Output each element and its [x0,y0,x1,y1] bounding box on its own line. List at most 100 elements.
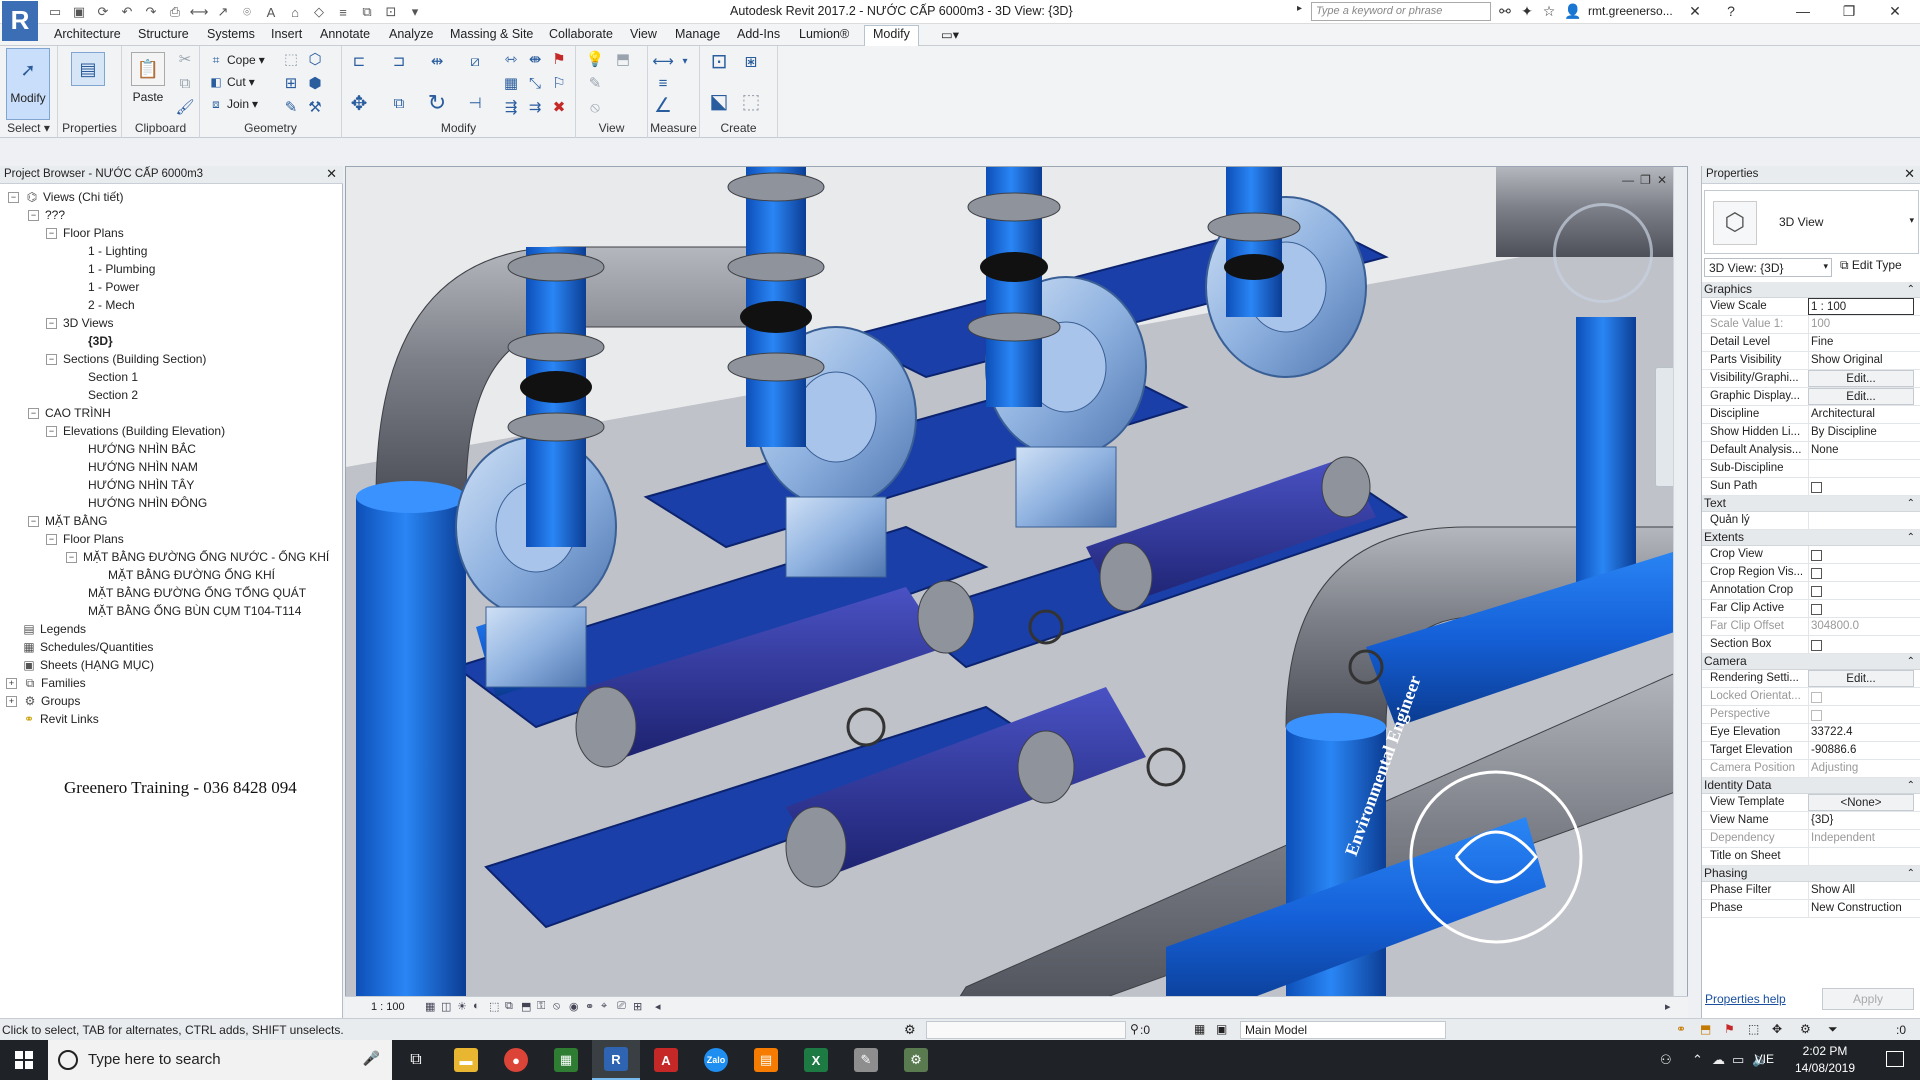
tab-annotate[interactable]: Annotate [320,27,370,41]
beam-join-icon[interactable]: ⊞ [280,72,302,94]
tree-item-section-2[interactable]: Section 2 [88,386,138,404]
scroll-right-icon[interactable]: ▸ [1665,1000,1679,1014]
dimension-icon[interactable]: ↗ [214,3,232,21]
tab-structure[interactable]: Structure [138,27,189,41]
collapse-icon[interactable]: − [28,515,39,527]
section-identity-data[interactable]: Identity Data ⌃ [1702,778,1920,794]
reveal-constraints-icon[interactable]: ⊞ [633,1000,647,1014]
sun-path-checkbox[interactable] [1811,482,1822,493]
prop-view-name[interactable]: View Name {3D} [1702,812,1920,830]
rotate-icon[interactable]: ↻ [426,90,448,115]
help-search-input[interactable]: Type a keyword or phrase [1311,2,1491,21]
highlight-displacement-icon[interactable]: ⎚ [617,1000,631,1014]
prop-value[interactable] [1808,512,1914,529]
unpin-icon[interactable]: ⚐ [548,72,570,94]
minimize-icon[interactable]: — [1780,0,1826,24]
tree-item-elev-west[interactable]: HƯỚNG NHÌN TÂY [88,476,194,494]
prop-crop-region[interactable]: Crop Region Vis... [1702,564,1920,582]
prop-show-hidden[interactable]: Show Hidden Li... By Discipline [1702,424,1920,442]
mirror-draw-icon[interactable]: ⧄ [464,50,486,72]
prop-crop-view[interactable]: Crop View [1702,546,1920,564]
panel-select-label[interactable]: Select ▾ [0,121,57,135]
search-expand-icon[interactable]: ▸ [1297,3,1309,21]
selection-filter-icon[interactable]: ⚲ [1130,1022,1139,1036]
prop-value[interactable]: Show Original [1808,352,1914,369]
prop-value[interactable]: None [1808,442,1914,459]
tree-item-mech[interactable]: 2 - Mech [88,296,135,314]
prop-phase-filter[interactable]: Phase Filter Show All [1702,882,1920,900]
join-button[interactable]: ⧈ Join ▾ [208,94,258,114]
lock-3d-icon[interactable]: ⚿ [537,1000,551,1014]
tree-item-elev-north[interactable]: HƯỚNG NHÌN BẮC [88,440,196,458]
create-group-icon[interactable]: ⬕ [708,90,730,113]
taskbar-search-box[interactable]: Type here to search 🎤 [48,1040,392,1080]
select-by-face-icon[interactable]: ⬚ [1748,1022,1759,1036]
far-clip-checkbox[interactable] [1811,604,1822,615]
override-graphics-icon[interactable]: ⬒ [612,48,634,70]
create-assembly-icon[interactable]: ⊡ [708,50,730,73]
help-icon[interactable]: ? [1722,3,1740,21]
user-icon[interactable]: 👤 [1564,3,1582,21]
shadows-icon[interactable]: ◐ [473,1000,487,1014]
collapse-icon[interactable]: − [46,353,57,365]
prop-phase[interactable]: Phase New Construction [1702,900,1920,918]
cut-button[interactable]: ◧ Cut ▾ [208,72,254,92]
align-icon[interactable]: ⊏ [348,50,370,72]
prop-target-elevation[interactable]: Target Elevation -90886.6 [1702,742,1920,760]
visual-style-icon[interactable]: ◫ [441,1000,455,1014]
delete-icon[interactable]: ✖ [548,96,570,118]
close-icon[interactable]: ✕ [326,166,337,182]
select-pinned-icon[interactable]: ⚑ [1724,1022,1735,1036]
collapse-icon[interactable]: − [28,209,39,221]
clock-time[interactable]: 2:02 PM [1790,1044,1860,1058]
properties-help-link[interactable]: Properties help [1705,992,1786,1006]
tab-architecture[interactable]: Architecture [54,27,121,41]
graphic-display-edit-button[interactable]: Edit... [1808,388,1914,405]
tree-families[interactable]: + ⧉ Families [6,674,86,692]
view-scale-input[interactable]: 1 : 100 [1808,298,1914,315]
tag-icon[interactable]: ⌾ [238,3,256,21]
cope-button[interactable]: ⌗ Cope ▾ [208,50,265,70]
prop-value[interactable]: {3D} [1808,812,1914,829]
reveal-hidden-icon[interactable]: ◉ [569,1000,583,1014]
chevron-down-icon[interactable]: ▾ [1909,215,1914,226]
binoculars-icon[interactable]: ⚯ [1496,3,1514,21]
expand-icon[interactable]: + [6,677,17,689]
create-similar-icon[interactable]: ⬚ [740,90,762,113]
annotation-crop-checkbox[interactable] [1811,586,1822,597]
edit-type-button[interactable]: ⧉ Edit Type [1840,258,1902,273]
tree-item-plan-water-air[interactable]: − MẶT BẰNG ĐƯỜNG ỐNG NƯỚC - ỐNG KHÍ [66,548,329,566]
prop-view-template[interactable]: View Template <None> [1702,794,1920,812]
workset-dropdown[interactable] [926,1021,1126,1039]
section-camera[interactable]: Camera ⌃ [1702,654,1920,670]
detail-level-icon[interactable]: ▦ [425,1000,439,1014]
prop-section-box[interactable]: Section Box [1702,636,1920,654]
settings-app[interactable]: ⚙ [892,1040,940,1080]
instance-selector[interactable]: 3D View: {3D} ▾ [1704,258,1832,277]
prop-annotation-crop[interactable]: Annotation Crop [1702,582,1920,600]
prop-value[interactable]: Architectural [1808,406,1914,423]
prop-value[interactable]: Show All [1808,882,1914,899]
angle-icon[interactable]: ∠ [652,94,674,117]
tree-item-plumbing[interactable]: 1 - Plumbing [88,260,155,278]
properties-button[interactable]: ▤ [66,48,110,120]
tree-item-plan-general[interactable]: MẶT BẰNG ĐƯỜNG ỐNG TỔNG QUÁT [88,584,306,602]
worksharing-display-icon[interactable]: ⚭ [585,1000,599,1014]
collapse-icon[interactable]: − [46,533,57,545]
subscription-icon[interactable]: ✦ [1518,3,1536,21]
tree-cao-trinh[interactable]: − CAO TRÌNH [28,404,111,422]
prop-default-analysis[interactable]: Default Analysis... None [1702,442,1920,460]
revit-app[interactable]: R [592,1040,640,1080]
file-explorer-app[interactable]: ▬ [442,1040,490,1080]
tree-item-3d[interactable]: {3D} [88,332,113,350]
3d-viewport[interactable]: Environmental Engineer — ❐ ✕ [345,166,1688,1018]
trim-extend-icon[interactable]: ⊣ [464,92,486,114]
close-icon[interactable]: ✕ [1657,173,1667,187]
tab-analyze[interactable]: Analyze [389,27,433,41]
switch-windows-icon[interactable]: ⊡ [382,3,400,21]
collapse-icon[interactable]: − [46,425,57,437]
prop-value[interactable] [1808,460,1914,477]
thin-lines-icon[interactable]: ≡ [334,3,352,21]
sketch-app[interactable]: ▤ [742,1040,790,1080]
temp-hide-icon[interactable]: ⦸ [553,1000,567,1014]
